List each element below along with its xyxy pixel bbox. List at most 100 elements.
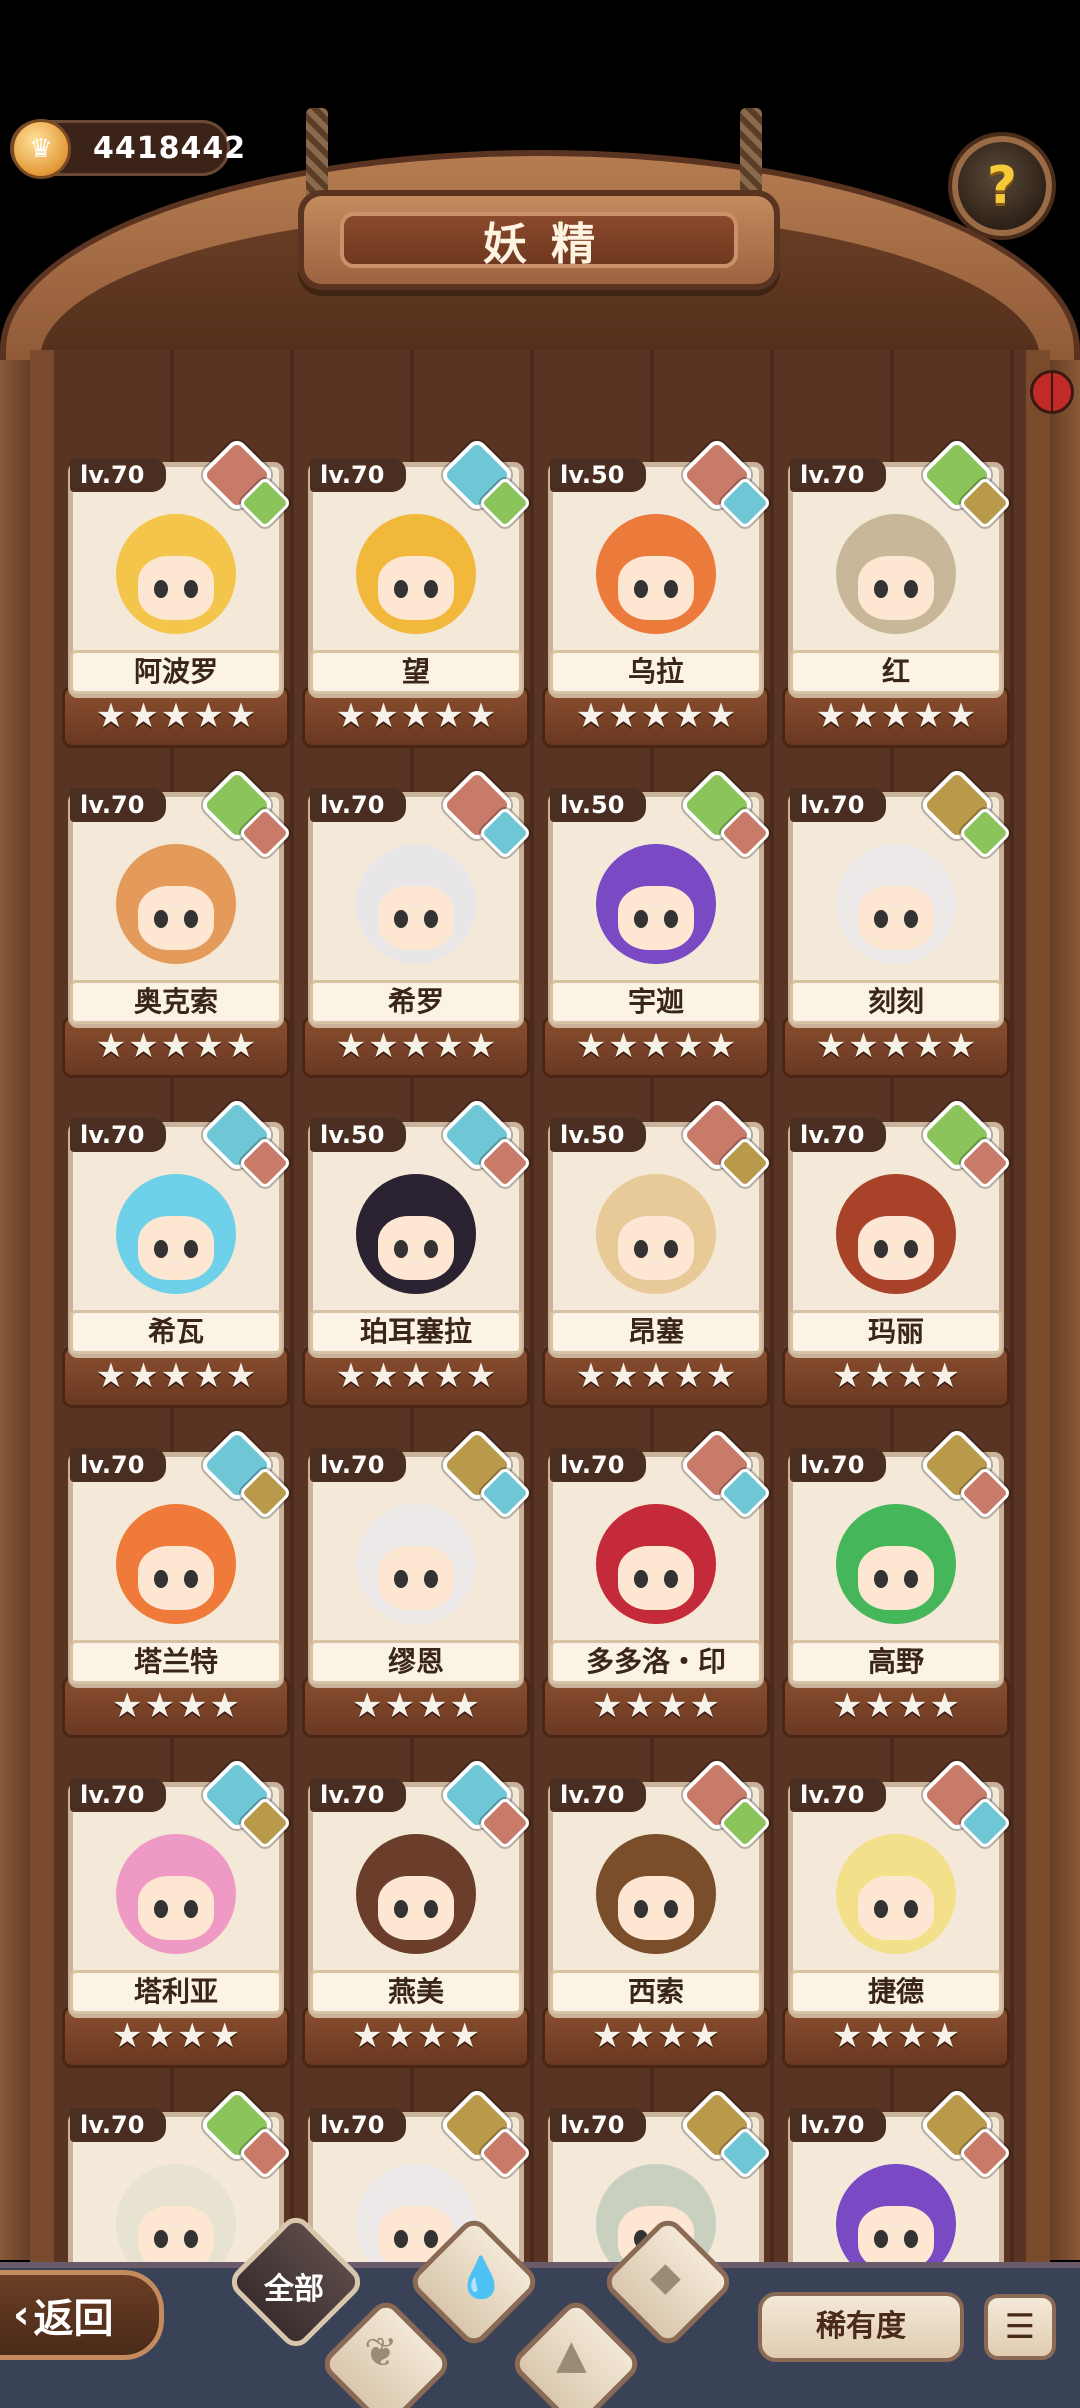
sprout-icon: ❦ xyxy=(364,2330,398,2376)
fairy-portrait xyxy=(332,1810,500,1978)
star-rating: ★ ★ ★ ★ xyxy=(302,1684,530,1728)
question-sprout-icon: ? xyxy=(986,156,1018,216)
fairy-card[interactable]: lv.70 高野 ★ ★ ★ ★ xyxy=(782,1426,1012,1742)
star-icon: ★ xyxy=(864,1356,895,1396)
star-icon: ★ xyxy=(112,2016,143,2056)
fairy-portrait xyxy=(812,490,980,658)
star-icon: ★ xyxy=(433,1026,464,1066)
level-badge: lv.50 xyxy=(310,1118,406,1152)
fairy-card[interactable]: lv.70 多多洛・印 ★ ★ ★ ★ xyxy=(542,1426,772,1742)
fairy-card[interactable]: lv.70 阿波罗 ★ ★ ★ ★ ★ xyxy=(62,436,292,752)
fairy-card[interactable]: lv.70 塔利亚 ★ ★ ★ ★ xyxy=(62,1756,292,2072)
level-badge: lv.50 xyxy=(550,458,646,492)
fairy-name: 缪恩 xyxy=(310,1640,522,1684)
fairy-card[interactable]: lv.70 缪恩 ★ ★ ★ ★ xyxy=(302,1426,532,1742)
level-badge: lv.70 xyxy=(310,2108,406,2142)
star-icon: ★ xyxy=(465,1026,497,1066)
star-icon: ★ xyxy=(575,696,607,736)
star-icon: ★ xyxy=(128,1356,159,1396)
star-icon: ★ xyxy=(880,696,912,736)
star-icon: ★ xyxy=(449,1686,480,1726)
star-icon: ★ xyxy=(673,696,704,736)
star-rating: ★ ★ ★ ★ ★ xyxy=(542,694,770,738)
star-icon: ★ xyxy=(897,2016,928,2056)
star-icon: ★ xyxy=(864,2016,895,2056)
star-icon: ★ xyxy=(673,1026,704,1066)
fairy-card[interactable]: lv.70 希罗 ★ ★ ★ ★ ★ xyxy=(302,766,532,1082)
rarity-sort-button[interactable]: 稀有度 xyxy=(758,2292,964,2362)
star-rating: ★ ★ ★ ★ ★ xyxy=(302,1024,530,1068)
star-icon: ★ xyxy=(465,1356,497,1396)
fairy-name: 希瓦 xyxy=(70,1310,282,1354)
fairy-card[interactable]: lv.70 望 ★ ★ ★ ★ ★ xyxy=(302,436,532,752)
star-icon: ★ xyxy=(705,1356,737,1396)
star-icon: ★ xyxy=(945,1026,977,1066)
star-icon: ★ xyxy=(352,2016,383,2056)
level-badge: lv.70 xyxy=(550,1778,646,1812)
level-badge: lv.70 xyxy=(790,1778,886,1812)
fairy-card[interactable]: lv.70 燕美 ★ ★ ★ ★ xyxy=(302,1756,532,2072)
star-icon: ★ xyxy=(624,2016,655,2056)
star-icon: ★ xyxy=(193,1026,224,1066)
fairy-card[interactable]: lv.70 西索 ★ ★ ★ ★ xyxy=(542,1756,772,2072)
star-icon: ★ xyxy=(929,1686,960,1726)
star-icon: ★ xyxy=(864,1686,895,1726)
level-badge: lv.70 xyxy=(310,1448,406,1482)
level-badge: lv.70 xyxy=(70,1448,166,1482)
star-icon: ★ xyxy=(335,1356,367,1396)
fairy-card[interactable]: lv.70 玛丽 ★ ★ ★ ★ xyxy=(782,1096,1012,1412)
star-rating: ★ ★ ★ ★ ★ xyxy=(782,694,1010,738)
star-icon: ★ xyxy=(193,1356,224,1396)
star-icon: ★ xyxy=(815,696,847,736)
fairy-portrait xyxy=(812,1810,980,1978)
star-icon: ★ xyxy=(112,1686,143,1726)
fairy-card[interactable]: lv.50 乌拉 ★ ★ ★ ★ ★ xyxy=(542,436,772,752)
star-icon: ★ xyxy=(95,696,127,736)
level-badge: lv.70 xyxy=(790,2108,886,2142)
star-icon: ★ xyxy=(913,1026,944,1066)
star-rating: ★ ★ ★ ★ ★ xyxy=(542,1354,770,1398)
star-rating: ★ ★ ★ ★ xyxy=(302,2014,530,2058)
star-icon: ★ xyxy=(352,1686,383,1726)
star-icon: ★ xyxy=(384,2016,415,2056)
fairy-name: 西索 xyxy=(550,1970,762,2014)
level-badge: lv.50 xyxy=(550,1118,646,1152)
fairy-card[interactable]: lv.50 昂塞 ★ ★ ★ ★ ★ xyxy=(542,1096,772,1412)
filter-all-label: 全部 xyxy=(264,2272,324,2307)
fairy-card[interactable]: lv.70 刻刻 ★ ★ ★ ★ ★ xyxy=(782,766,1012,1082)
fairy-card[interactable]: lv.50 宇迦 ★ ★ ★ ★ ★ xyxy=(542,766,772,1082)
star-icon: ★ xyxy=(417,2016,448,2056)
star-icon: ★ xyxy=(400,696,432,736)
star-icon: ★ xyxy=(128,1026,159,1066)
star-icon: ★ xyxy=(897,1356,928,1396)
star-icon: ★ xyxy=(657,2016,688,2056)
star-icon: ★ xyxy=(592,2016,623,2056)
fairy-card[interactable]: lv.70 捷德 ★ ★ ★ ★ xyxy=(782,1756,1012,2072)
level-badge: lv.70 xyxy=(790,458,886,492)
fairy-name: 燕美 xyxy=(310,1970,522,2014)
star-icon: ★ xyxy=(624,1686,655,1726)
star-icon: ★ xyxy=(945,696,977,736)
star-rating: ★ ★ ★ ★ ★ xyxy=(782,1024,1010,1068)
fairy-card[interactable]: lv.70 希瓦 ★ ★ ★ ★ ★ xyxy=(62,1096,292,1412)
star-icon: ★ xyxy=(608,1026,639,1066)
star-icon: ★ xyxy=(225,1356,257,1396)
help-button[interactable]: ? xyxy=(952,136,1052,236)
fairy-card[interactable]: lv.70 奥克索 ★ ★ ★ ★ ★ xyxy=(62,766,292,1082)
fairy-card[interactable]: lv.70 红 ★ ★ ★ ★ ★ xyxy=(782,436,1012,752)
star-icon: ★ xyxy=(608,1356,639,1396)
coin-counter: ♛ 4418442 xyxy=(10,119,245,179)
star-icon: ★ xyxy=(608,696,639,736)
fairy-card[interactable]: lv.70 塔兰特 ★ ★ ★ ★ xyxy=(62,1426,292,1742)
level-badge: lv.50 xyxy=(550,788,646,822)
fairy-name: 希罗 xyxy=(310,980,522,1024)
star-icon: ★ xyxy=(144,2016,175,2056)
fairy-name: 多多洛・印 xyxy=(550,1640,762,1684)
sort-list-icon[interactable]: ☰ xyxy=(984,2294,1056,2360)
fairy-portrait xyxy=(812,1150,980,1318)
star-icon: ★ xyxy=(384,1686,415,1726)
level-badge: lv.70 xyxy=(70,788,166,822)
fairy-card[interactable]: lv.50 珀耳塞拉 ★ ★ ★ ★ ★ xyxy=(302,1096,532,1412)
star-icon: ★ xyxy=(335,1026,367,1066)
back-button[interactable]: ‹ 返回 xyxy=(0,2270,164,2360)
